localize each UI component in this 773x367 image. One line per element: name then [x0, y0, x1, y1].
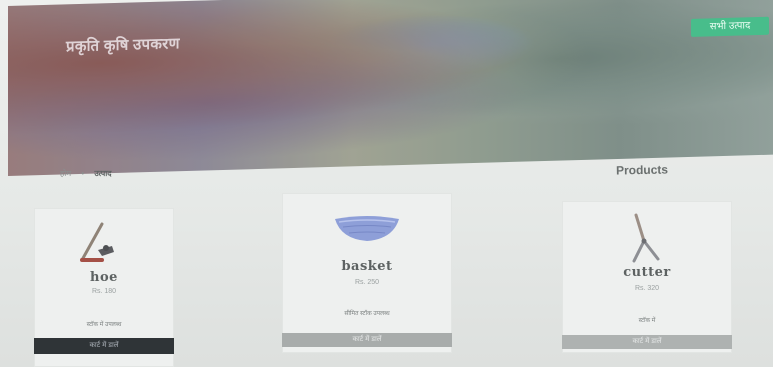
product-card-basket[interactable]: basket Rs. 250 सीमित स्टॉक उपलब्ध कार्ट … — [282, 193, 452, 353]
product-card-cutter[interactable]: cutter Rs. 320 स्टॉक में कार्ट में डालें — [562, 201, 732, 353]
banner-cta-button[interactable]: सभी उत्पाद — [691, 16, 769, 37]
product-name: cutter — [623, 265, 671, 280]
product-price: Rs. 180 — [91, 288, 117, 295]
product-price: Rs. 250 — [354, 279, 380, 286]
breadcrumb-separator: • — [81, 169, 85, 178]
add-to-cart-button[interactable]: कार्ट में डालें — [282, 333, 452, 347]
hoe-icon — [80, 222, 114, 262]
basket-icon — [335, 216, 399, 241]
product-name: hoe — [90, 270, 118, 285]
product-stock: सीमित स्टॉक उपलब्ध — [344, 311, 390, 317]
product-name: basket — [341, 259, 393, 274]
section-title: Products — [615, 162, 669, 178]
add-to-cart-button[interactable]: कार्ट में डालें — [562, 335, 732, 349]
product-stock: स्टॉक में — [638, 318, 656, 324]
product-stock: स्टॉक में उपलब्ध — [86, 322, 122, 328]
cutter-icon — [632, 213, 660, 263]
product-price: Rs. 320 — [634, 285, 660, 292]
add-to-cart-button[interactable]: कार्ट में डालें — [34, 338, 174, 354]
breadcrumb-home[interactable]: होम — [60, 169, 71, 178]
product-card-hoe[interactable]: hoe Rs. 180 स्टॉक में उपलब्ध कार्ट में ड… — [34, 208, 174, 367]
breadcrumb-current: उत्पाद — [94, 169, 112, 178]
hero-banner: प्रकृति कृषि उपकरण सभी उत्पाद — [8, 0, 773, 176]
banner-title: प्रकृति कृषि उपकरण — [66, 35, 180, 56]
breadcrumb: होम • उत्पाद — [60, 168, 112, 179]
page: प्रकृति कृषि उपकरण सभी उत्पाद होम • उत्प… — [0, 0, 773, 367]
